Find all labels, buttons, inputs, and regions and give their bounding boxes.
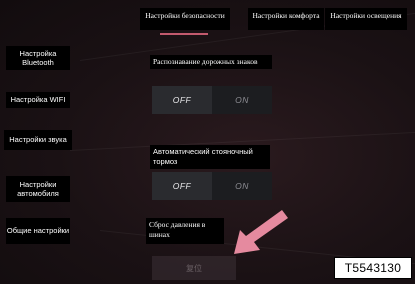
traffic-sign-label: Распознавание дорожных знаков — [150, 55, 272, 69]
tab-safety[interactable]: Настройки безопасности — [140, 8, 230, 30]
traffic-sign-toggle: OFF ON — [152, 86, 272, 114]
active-tab-indicator — [160, 33, 208, 35]
sidebar-item-label: Настройка Bluetooth — [19, 48, 57, 68]
sidebar-item-vehicle[interactable]: Настройки автомобиля — [6, 176, 70, 202]
tab-label: Настройки освещения — [330, 11, 402, 20]
sidebar-item-label: Общие настройки — [6, 226, 70, 236]
sidebar-item-wifi[interactable]: Настройка WIFI — [6, 92, 70, 108]
toggle-on-option[interactable]: ON — [212, 86, 272, 114]
sidebar: Настройка Bluetooth Настройка WIFI Настр… — [0, 0, 72, 284]
pointer-arrow-icon — [234, 210, 288, 254]
sidebar-item-label: Настройки звука — [9, 135, 67, 145]
tab-comfort[interactable]: Настройки комфорта — [248, 8, 324, 30]
image-code-label: T5543130 — [334, 257, 412, 279]
toggle-on-option[interactable]: ON — [212, 172, 272, 200]
tab-label: Настройки комфорта — [252, 11, 320, 20]
sidebar-item-label: Настройки автомобиля — [17, 179, 59, 199]
sidebar-item-bluetooth[interactable]: Настройка Bluetooth — [6, 46, 70, 70]
arrow-shape — [234, 210, 288, 254]
sidebar-item-label: Настройка WIFI — [10, 95, 66, 105]
parking-brake-toggle: OFF ON — [152, 172, 272, 200]
tab-label: Настройки безопасности — [145, 11, 225, 20]
sidebar-item-general[interactable]: Общие настройки — [6, 218, 70, 244]
tire-reset-label: Сброс давления в шинах — [146, 218, 224, 244]
toggle-off-option[interactable]: OFF — [152, 86, 212, 114]
parking-brake-label: Автоматический стояночный тормоз — [150, 145, 270, 169]
sidebar-item-sound[interactable]: Настройки звука — [4, 130, 72, 150]
toggle-off-option[interactable]: OFF — [152, 172, 212, 200]
tab-lighting[interactable]: Настройки освещения — [325, 8, 407, 30]
reset-button[interactable]: 复位 — [152, 256, 236, 280]
